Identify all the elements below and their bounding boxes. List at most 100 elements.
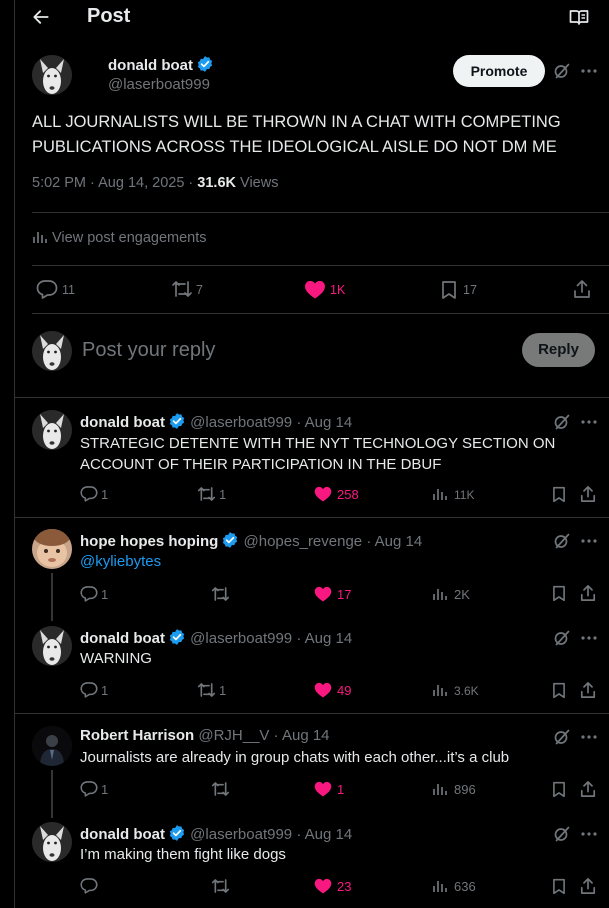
more-icon[interactable]	[581, 539, 597, 543]
avatar[interactable]	[32, 410, 72, 450]
view-engagements-label[interactable]: View post engagements	[52, 230, 207, 246]
bookmark-icon[interactable]	[552, 878, 566, 895]
verified-icon	[196, 55, 214, 73]
reply-text: Journalists are already in group chats w…	[80, 749, 510, 766]
promote-button[interactable]: Promote	[453, 55, 545, 87]
share-icon[interactable]	[580, 485, 596, 503]
analytics-icon[interactable]	[432, 587, 448, 601]
divider	[15, 517, 609, 518]
more-icon[interactable]	[581, 636, 597, 640]
reply-date[interactable]: Aug 14	[305, 826, 353, 843]
reply-author-line: Robert Harrison @RJH__V · Aug 14	[80, 727, 330, 744]
like-icon[interactable]	[314, 486, 332, 502]
reply-count: 1	[101, 487, 109, 502]
reply-handle[interactable]: @hopes_revenge	[244, 533, 363, 550]
grok-icon[interactable]	[553, 825, 571, 843]
reply-date[interactable]: Aug 14	[305, 630, 353, 647]
avatar[interactable]	[32, 55, 72, 95]
grok-icon[interactable]	[553, 413, 571, 431]
views-label: Views	[240, 175, 279, 191]
grok-icon[interactable]	[553, 728, 571, 746]
analytics-icon[interactable]	[432, 782, 448, 796]
grok-icon[interactable]	[553, 532, 571, 550]
share-icon[interactable]	[580, 681, 596, 699]
share-icon[interactable]	[580, 877, 596, 895]
avatar[interactable]	[32, 626, 72, 666]
grok-icon[interactable]	[553, 62, 571, 80]
more-icon[interactable]	[581, 420, 597, 424]
reply-author-line: hope hopes hoping @hopes_revenge · Aug 1…	[80, 532, 423, 550]
reply-text: I’m making them fight like dogs	[80, 846, 286, 863]
reply-handle[interactable]: @laserboat999	[190, 414, 292, 431]
share-icon[interactable]	[580, 584, 596, 602]
bookmark-count: 17	[463, 283, 477, 297]
repost-icon[interactable]	[211, 586, 230, 602]
reply-icon[interactable]	[80, 780, 98, 797]
avatar[interactable]	[32, 529, 72, 569]
reply-author-name[interactable]: donald boat	[80, 630, 165, 647]
reply-icon[interactable]	[80, 485, 98, 502]
bookmark-icon[interactable]	[441, 280, 457, 300]
repost-icon[interactable]	[197, 682, 216, 698]
avatar[interactable]	[32, 822, 72, 862]
author-handle[interactable]: @laserboat999	[108, 76, 210, 93]
bookmark-icon[interactable]	[552, 585, 566, 602]
repost-icon[interactable]	[197, 486, 216, 502]
grok-icon[interactable]	[553, 629, 571, 647]
repost-count: 1	[219, 487, 227, 502]
repost-icon[interactable]	[171, 280, 193, 298]
reply-count: 11	[62, 283, 75, 297]
reply-handle[interactable]: @RJH__V	[198, 727, 269, 744]
more-icon[interactable]	[581, 832, 597, 836]
reply-handle[interactable]: @laserboat999	[190, 630, 292, 647]
reply-author-name[interactable]: donald boat	[80, 826, 165, 843]
reply-author-name[interactable]: Robert Harrison	[80, 727, 194, 744]
divider	[15, 713, 609, 714]
more-icon[interactable]	[581, 69, 597, 73]
reply-icon[interactable]	[36, 279, 58, 299]
analytics-icon[interactable]	[432, 487, 448, 501]
reply-icon[interactable]	[80, 585, 98, 602]
thread-line	[51, 770, 53, 818]
view-engagements-link[interactable]: View post engagements	[32, 230, 207, 246]
like-icon[interactable]	[314, 878, 332, 894]
views-count: 3.6K	[454, 684, 479, 698]
views-count: 11K	[454, 488, 475, 502]
repost-icon[interactable]	[211, 781, 230, 797]
share-icon[interactable]	[580, 780, 596, 798]
more-icon[interactable]	[581, 735, 597, 739]
post-text: ALL JOURNALISTS WILL BE THROWN IN A CHAT…	[32, 113, 561, 156]
timeline-column: donald boat @laserboat999 Promote ALL JO…	[14, 0, 609, 908]
author-line: donald boat	[108, 55, 214, 74]
reply-date[interactable]: Aug 14	[305, 414, 353, 431]
like-icon[interactable]	[314, 781, 332, 797]
like-icon[interactable]	[314, 682, 332, 698]
reply-icon[interactable]	[80, 877, 98, 894]
bookmark-icon[interactable]	[552, 781, 566, 798]
bookmark-icon[interactable]	[552, 682, 566, 699]
reply-button[interactable]: Reply	[522, 333, 595, 367]
bookmark-icon[interactable]	[552, 486, 566, 503]
like-icon[interactable]	[314, 586, 332, 602]
reply-icon[interactable]	[80, 681, 98, 698]
reply-date[interactable]: Aug 14	[375, 533, 423, 550]
analytics-icon[interactable]	[432, 683, 448, 697]
repost-icon[interactable]	[211, 878, 230, 894]
reply-date[interactable]: Aug 14	[282, 727, 330, 744]
repost-count: 1	[219, 683, 227, 698]
avatar[interactable]	[32, 726, 72, 766]
like-icon[interactable]	[304, 280, 326, 299]
reply-author-name[interactable]: donald boat	[80, 414, 165, 431]
share-icon[interactable]	[573, 279, 591, 299]
reply-input[interactable]: Post your reply	[82, 339, 502, 362]
mention-link[interactable]: @kyliebytes	[80, 553, 161, 570]
analytics-icon[interactable]	[432, 879, 448, 893]
post-meta: 5:02 PM · Aug 14, 2025 · 31.6K Views	[32, 175, 279, 191]
reply-handle[interactable]: @laserboat999	[190, 826, 292, 843]
reply-author-name[interactable]: hope hopes hoping	[80, 533, 218, 550]
avatar[interactable]	[32, 331, 72, 371]
like-count: 258	[337, 487, 359, 502]
verified-icon	[168, 412, 186, 430]
repost-count: 7	[196, 283, 203, 297]
author-name[interactable]: donald boat	[108, 57, 193, 74]
